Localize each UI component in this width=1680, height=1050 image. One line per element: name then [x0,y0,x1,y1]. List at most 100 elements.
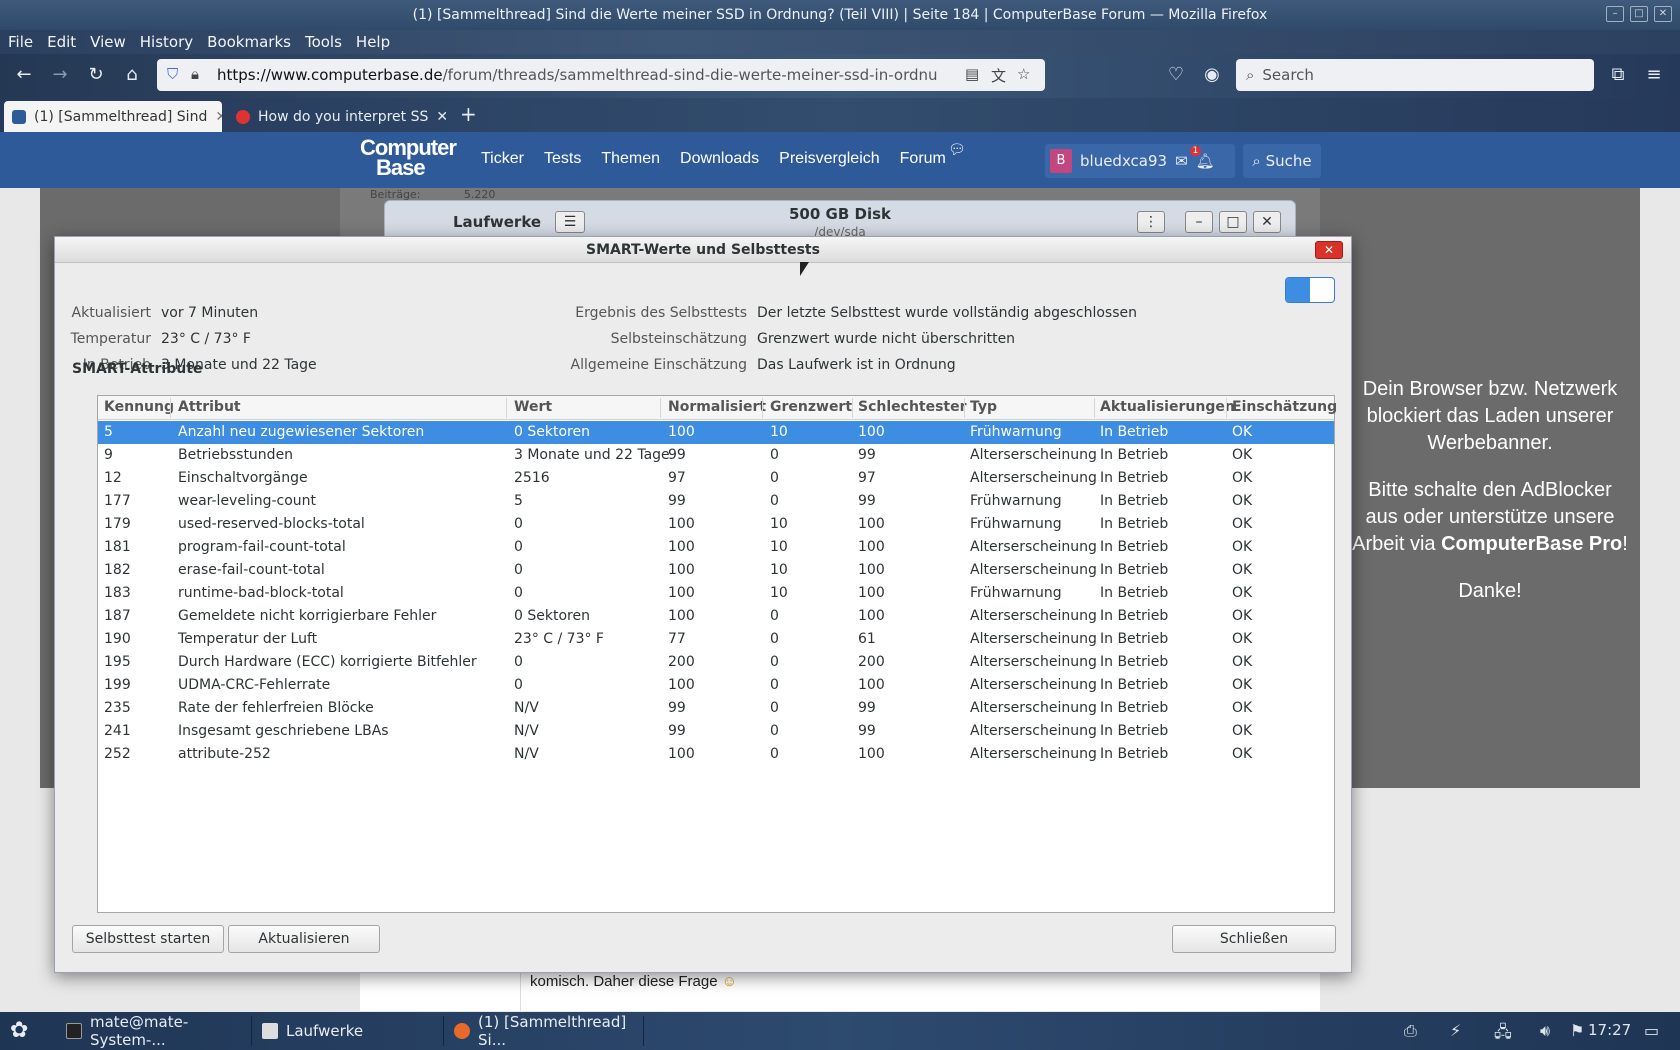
site-search-button[interactable]: ⌕ Suche [1243,144,1321,178]
col-normalisiert[interactable]: Normalisiert [668,399,766,415]
col-grenzwert[interactable]: Grenzwert [770,399,852,415]
col-attribut[interactable]: Attribut [178,399,241,415]
schliessen-button[interactable]: Schließen [1172,925,1336,953]
bookmark-star-icon[interactable]: ☆ [1017,65,1030,83]
maximize-icon[interactable]: □ [1219,211,1247,233]
translate-icon[interactable]: 文 [991,65,1006,86]
table-row[interactable]: 9 Betriebsstunden 3 Monate und 22 Tage 99 0 9… [98,444,1334,467]
maximize-icon[interactable]: □ [1630,6,1648,22]
close-icon[interactable]: ✕ [1253,211,1281,233]
new-tab-icon[interactable]: + [460,102,477,126]
minimize-icon[interactable]: – [1185,211,1213,233]
nav-tests[interactable]: Tests [544,150,581,168]
menu-help[interactable]: Help [356,33,390,51]
extensions-icon[interactable]: ⧉ [1606,64,1630,85]
nav-themen[interactable]: Themen [601,150,660,168]
table-row[interactable]: 179 used-reserved-blocks-total 0 100 10 100 Fr… [98,513,1334,536]
cell-grenzwert: 10 [770,424,788,440]
table-row[interactable]: 5 Anzahl neu zugewiesener Sektoren 0 Sekto… [98,421,1334,444]
aktualisieren-button[interactable]: Aktualisieren [228,925,380,953]
col-wert[interactable]: Wert [514,399,552,415]
menu-view[interactable]: View [90,33,126,51]
col-einschaetzung[interactable]: Einschätzung [1232,399,1337,415]
menu-tools[interactable]: Tools [305,33,342,51]
cell-grenzwert: 0 [770,447,779,463]
computerbase-pro-link[interactable]: ComputerBase Pro [1441,533,1622,555]
bell-icon[interactable]: 🔔︎ 1 [1189,146,1215,170]
back-icon[interactable]: ← [12,64,36,85]
cell-attribut: used-reserved-blocks-total [178,516,365,532]
table-row[interactable]: 235 Rate der fehlerfreien Blöcke N/V 99 0 99 A… [98,697,1334,720]
value-selbsteinschaetzung: Grenzwert wurde nicht überschritten [757,331,1016,347]
col-kennung[interactable]: Kennung [104,399,174,415]
url-bar[interactable]: ⛉ 🔒︎ https://www.computerbase.de/forum/t… [157,59,1045,91]
mail-icon[interactable]: ✉ [1175,152,1188,170]
lock-icon[interactable]: 🔒︎ [191,65,199,83]
table-row[interactable]: 183 runtime-bad-block-total 0 100 10 100 Frühw… [98,582,1334,605]
smart-attributes-table[interactable]: Kennung Attribut Wert Normalisiert Grenz… [97,395,1337,913]
col-schlechtester[interactable]: Schlechtester [858,399,967,415]
pocket-icon[interactable]: ♡ [1164,64,1188,85]
volume-icon[interactable]: 🔊︎ [1540,1021,1550,1041]
menu-history[interactable]: History [140,33,193,51]
user-menu[interactable]: B bluedxca93 ✉ 🔔︎ 1 [1045,144,1235,178]
table-row[interactable]: 241 Insgesamt geschriebene LBAs N/V 99 0 99 Al… [98,720,1334,743]
table-row[interactable]: 12 Einschaltvorgänge 2516 97 0 97 Altersersche… [98,467,1334,490]
table-row[interactable]: 187 Gemeldete nicht korrigierbare Fehler 0… [98,605,1334,628]
power-icon[interactable]: ⚡ [1450,1021,1461,1040]
account-icon[interactable]: ◉ [1200,64,1224,85]
taskbar-item-firefox[interactable]: (1) [Sammelthread] Si... [446,1013,644,1049]
cell-schlechtester: 99 [858,447,876,463]
table-row[interactable]: 195 Durch Hardware (ECC) korrigierte Bitf… [98,651,1334,674]
cell-schlechtester: 99 [858,700,876,716]
printer-icon[interactable]: ⎙ [1404,1021,1417,1041]
menu-file[interactable]: File [8,33,33,51]
taskbar-item-terminal[interactable]: mate@mate-System-... [58,1013,252,1049]
network-icon[interactable]: 🖧 [1494,1021,1512,1048]
search-bar[interactable]: ⌕ Search [1236,59,1594,91]
table-row[interactable]: 199 UDMA-CRC-Fehlerrate 0 100 0 100 Altersersc… [98,674,1334,697]
menu-bookmarks[interactable]: Bookmarks [207,33,291,51]
kebab-menu-icon[interactable]: ⋮ [1137,211,1165,233]
tab-close-icon[interactable]: ✕ [436,109,446,125]
selbsttest-starten-button[interactable]: Selbsttest starten [72,925,224,953]
search-placeholder: Search [1262,66,1314,84]
nav-downloads[interactable]: Downloads [680,150,759,168]
app-menu-icon[interactable]: ≡ [1642,64,1666,85]
home-icon[interactable]: ⌂ [120,64,144,85]
main-menu-icon[interactable]: ✿ [10,1018,28,1043]
col-aktualisierungen[interactable]: Aktualisierungen [1100,399,1235,415]
reload-icon[interactable]: ↻ [84,64,108,85]
menu-edit[interactable]: Edit [47,33,76,51]
table-row[interactable]: 252 attribute-252 N/V 100 0 100 Alterserschein… [98,743,1334,766]
cell-einschaetzung: OK [1232,654,1253,670]
smart-enable-toggle[interactable] [1285,277,1335,303]
nav-forum[interactable]: Forum [900,150,946,168]
minimize-icon[interactable]: – [1606,6,1624,22]
firefox-icon [454,1023,470,1039]
dialog-close-icon[interactable]: ✕ [1315,241,1343,259]
cell-schlechtester: 100 [858,608,885,624]
tray-indicator-icon[interactable]: ⚑ [1570,1021,1584,1040]
clock[interactable]: 17:27 [1588,1021,1631,1039]
nav-ticker[interactable]: Ticker [481,150,524,168]
tab-how-interpret[interactable]: How do you interpret SS ✕ [228,101,446,132]
table-row[interactable]: 190 Temperatur der Luft 23° C / 73° F 77 0 61… [98,628,1334,651]
tab-sammelthread[interactable]: (1) [Sammelthread] Sind ✕ [4,101,222,132]
tab-close-icon[interactable]: ✕ [215,109,222,125]
url-text[interactable]: https://www.computerbase.de/forum/thread… [217,66,937,84]
table-row[interactable]: 177 wear-leveling-count 5 99 0 99 Frühwarnung I… [98,490,1334,513]
show-desktop-icon[interactable]: ▭ [1644,1021,1659,1040]
taskbar-item-laufwerke[interactable]: Laufwerke [254,1016,444,1046]
nav-preisvergleich[interactable]: Preisvergleich [779,150,879,168]
cell-typ: Alterserscheinung [970,562,1097,578]
computerbase-logo[interactable]: Computer Base [360,137,457,179]
cell-typ: Alterserscheinung [970,608,1097,624]
close-window-icon[interactable]: ✕ [1654,6,1672,22]
table-row[interactable]: 182 erase-fail-count-total 0 100 10 100 Alters… [98,559,1334,582]
table-row[interactable]: 181 program-fail-count-total 0 100 10 100 Alte… [98,536,1334,559]
reader-view-icon[interactable]: ▤ [965,65,979,83]
col-typ[interactable]: Typ [970,399,997,415]
tracking-shield-icon[interactable]: ⛉ [167,65,178,83]
forward-icon[interactable]: → [48,64,72,85]
